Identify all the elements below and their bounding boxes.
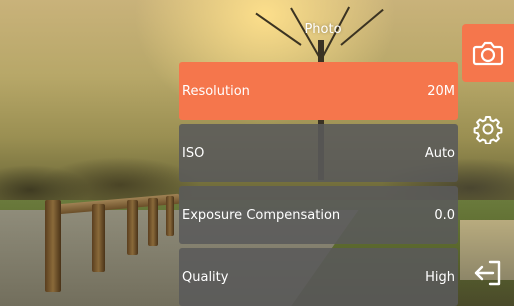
exit-button[interactable] [462, 244, 514, 302]
camera-icon [472, 40, 504, 66]
setting-value: High [425, 269, 455, 285]
setting-value: Auto [424, 145, 455, 161]
setting-value: 0.0 [434, 207, 455, 223]
setting-iso[interactable]: ISO Auto [179, 124, 458, 182]
setting-label: Quality [182, 269, 229, 285]
exit-icon [472, 258, 504, 288]
setting-label: ISO [182, 145, 205, 161]
setting-label: Resolution [182, 83, 250, 99]
screen-title: Photo [304, 22, 342, 37]
fence-post [45, 200, 61, 292]
setting-quality[interactable]: Quality High [179, 248, 458, 306]
fence-post [148, 198, 158, 246]
settings-button[interactable] [462, 100, 514, 158]
gear-icon [473, 114, 503, 144]
setting-resolution[interactable]: Resolution 20M [179, 62, 458, 120]
fence-post [127, 200, 138, 255]
setting-label: Exposure Compensation [182, 207, 341, 223]
fence-post [92, 204, 105, 272]
photo-mode-button[interactable] [462, 24, 514, 82]
setting-value: 20M [427, 83, 455, 99]
fence-post [166, 196, 174, 236]
setting-exposure-compensation[interactable]: Exposure Compensation 0.0 [179, 186, 458, 244]
